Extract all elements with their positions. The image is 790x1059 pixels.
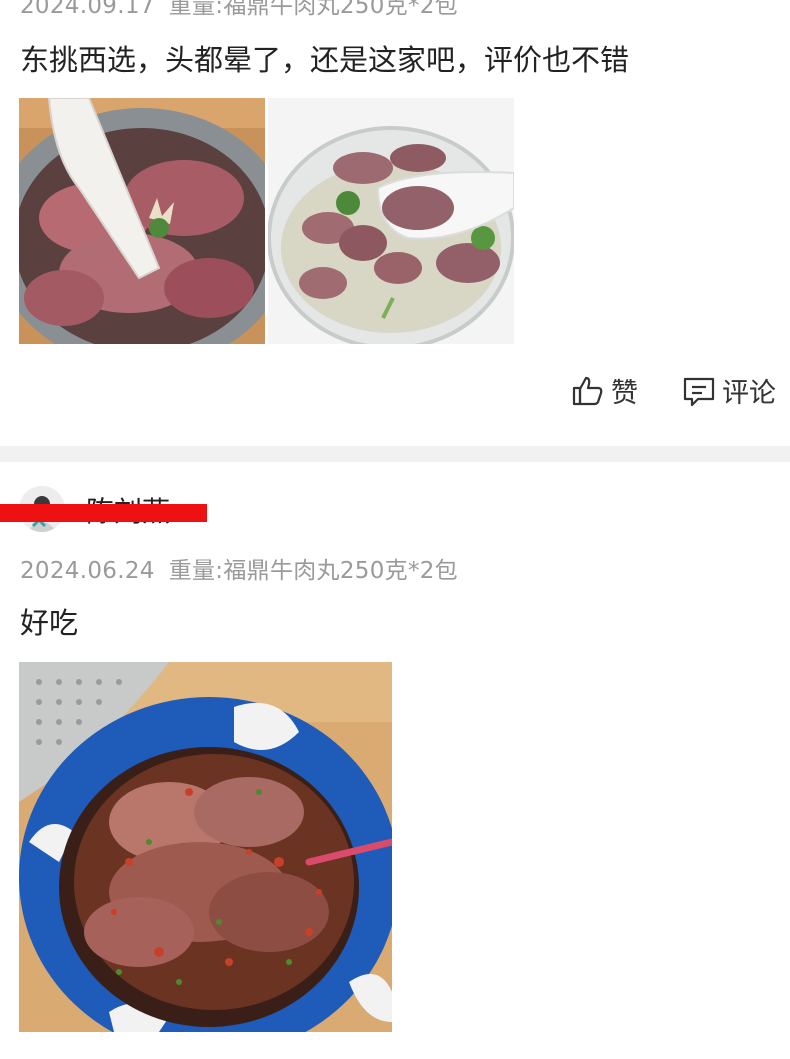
- review-meta: 2024.06.24 重量:福鼎牛肉丸250克*2包: [20, 551, 458, 585]
- review-photo[interactable]: [268, 98, 514, 344]
- review-text: 好吃: [20, 606, 79, 640]
- comment-label: 评论: [722, 378, 776, 409]
- review-photo[interactable]: [19, 662, 392, 1032]
- review-meta: 2024.09.17 重量:福鼎牛肉丸250克*2包: [20, 0, 458, 20]
- redaction-bar: [0, 504, 207, 522]
- comment-button[interactable]: 评论: [682, 371, 776, 410]
- review-date: 2024.09.17: [20, 0, 155, 19]
- like-label: 赞: [611, 378, 638, 409]
- like-button[interactable]: 赞: [571, 371, 638, 410]
- reviews-list: 2024.09.17 重量:福鼎牛肉丸250克*2包 东挑西选，头都晕了，还是这家…: [0, 0, 790, 1059]
- review-spec: 重量:福鼎牛肉丸250克*2包: [168, 558, 458, 584]
- review-photo[interactable]: [19, 98, 265, 344]
- section-divider: [0, 446, 790, 462]
- review-date: 2024.06.24: [20, 558, 155, 584]
- review-spec: 重量:福鼎牛肉丸250克*2包: [168, 0, 458, 19]
- review-actions: 赞 评论: [571, 371, 776, 410]
- thumbs-up-icon: [571, 374, 605, 408]
- review-text: 东挑西选，头都晕了，还是这家吧，评价也不错: [20, 43, 630, 77]
- comment-icon: [682, 374, 716, 408]
